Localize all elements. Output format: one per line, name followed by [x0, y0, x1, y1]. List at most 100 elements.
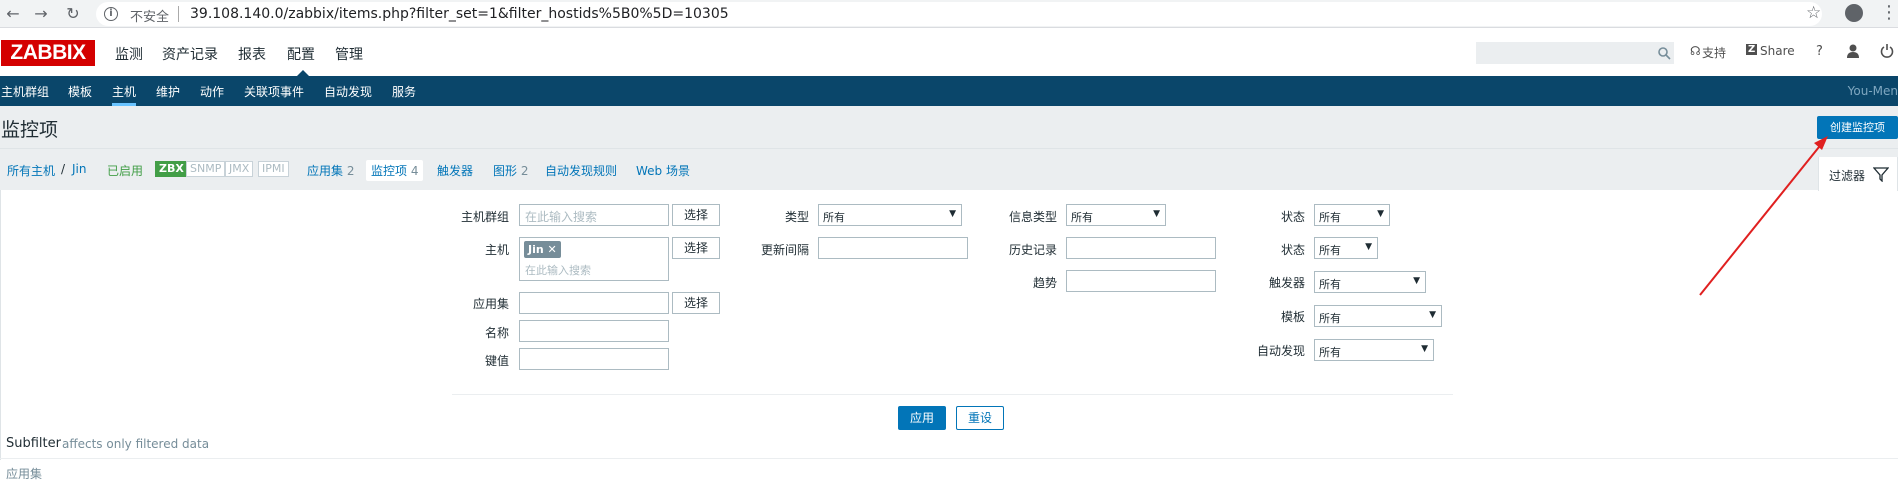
support-link[interactable]: 支持 — [1702, 44, 1726, 61]
zabbix-logo[interactable]: ZABBIX — [1, 40, 95, 66]
tab-graphs-label: 图形 — [493, 164, 518, 178]
state-select-value: 所有 — [1319, 211, 1341, 224]
triggers-label: 触发器 — [1268, 276, 1305, 290]
browser-menu-icon[interactable]: ⋮ — [1880, 2, 1898, 23]
status-label: 状态 — [1280, 243, 1305, 257]
submenu-services[interactable]: 服务 — [392, 83, 416, 100]
host-chip-label: Jin — [528, 243, 544, 256]
availability-snmp-badge: SNMP — [186, 161, 226, 177]
triggers-select[interactable]: 所有 ▼ — [1314, 271, 1426, 293]
key-label: 键值 — [484, 354, 509, 368]
tab-graphs[interactable]: 图形 2 — [493, 162, 528, 179]
history-input[interactable] — [1066, 237, 1216, 259]
tab-web-scenarios[interactable]: Web 场景 — [636, 162, 690, 179]
forward-icon[interactable]: → — [30, 3, 52, 25]
host-search-placeholder[interactable]: 在此输入搜索 — [525, 262, 591, 278]
account-icon[interactable] — [1845, 4, 1863, 22]
template-select[interactable]: 所有 ▼ — [1314, 305, 1442, 327]
subfilter-title: Subfilter — [6, 436, 61, 451]
menu-inventory[interactable]: 资产记录 — [162, 44, 218, 64]
discovery-label: 自动发现 — [1256, 344, 1305, 358]
info-type-select[interactable]: 所有 ▼ — [1066, 204, 1166, 226]
page-title: 监控项 — [1, 119, 59, 141]
status-select[interactable]: 所有 ▼ — [1314, 237, 1378, 259]
type-label: 类型 — [784, 210, 809, 224]
trends-label: 趋势 — [1032, 276, 1057, 290]
breadcrumb-all-hosts[interactable]: 所有主机 — [7, 162, 55, 179]
reset-button[interactable]: 重设 — [956, 406, 1004, 430]
submenu-actions[interactable]: 动作 — [200, 83, 224, 100]
submenu-host-groups[interactable]: 主机群组 — [1, 83, 49, 100]
help-icon[interactable]: ? — [1816, 44, 1823, 59]
tab-discovery-rules[interactable]: 自动发现规则 — [545, 162, 617, 179]
tab-items[interactable]: 监控项 4 — [366, 160, 424, 181]
template-select-value: 所有 — [1319, 312, 1341, 325]
address-bar[interactable]: i 不安全 39.108.140.0/zabbix/items.php?filt… — [96, 2, 1822, 26]
info-icon[interactable]: i — [104, 7, 118, 21]
key-input[interactable] — [519, 348, 669, 370]
back-icon[interactable]: ← — [2, 3, 24, 25]
host-multiselect[interactable]: Jin ✕ 在此输入搜索 — [519, 237, 669, 281]
search-icon[interactable] — [1657, 46, 1671, 60]
chevron-down-icon: ▼ — [1429, 310, 1436, 320]
create-item-button[interactable]: 创建监控项 — [1817, 116, 1898, 139]
breadcrumb-host[interactable]: Jin — [72, 162, 86, 176]
state-select[interactable]: 所有 ▼ — [1314, 204, 1390, 226]
insecure-label: 不安全 — [130, 10, 170, 25]
tab-triggers[interactable]: 触发器 — [437, 162, 473, 179]
host-select-button[interactable]: 选择 — [672, 237, 720, 259]
submenu-discovery[interactable]: 自动发现 — [324, 83, 372, 100]
host-group-input[interactable]: 在此输入搜索 — [519, 204, 669, 226]
availability-ipmi-badge: IPMI — [258, 161, 289, 177]
host-chip[interactable]: Jin ✕ — [524, 241, 561, 258]
menu-reports[interactable]: 报表 — [238, 44, 266, 64]
page-header: 监控项 创建监控项 — [0, 106, 1898, 148]
share-link[interactable]: Share — [1760, 44, 1795, 58]
menu-configuration[interactable]: 配置 — [287, 44, 315, 64]
host-status-enabled[interactable]: 已启用 — [107, 162, 143, 179]
info-type-select-value: 所有 — [1071, 211, 1093, 224]
subfilter-applications-row: 应用集 — [0, 458, 1898, 484]
type-select-value: 所有 — [823, 211, 845, 224]
availability-jmx-badge: JMX — [225, 161, 254, 177]
name-input[interactable] — [519, 320, 669, 342]
type-select[interactable]: 所有 ▼ — [818, 204, 962, 226]
url-text[interactable]: 39.108.140.0/zabbix/items.php?filter_set… — [190, 6, 729, 22]
trends-input[interactable] — [1066, 270, 1216, 292]
application-select-button[interactable]: 选择 — [672, 292, 720, 314]
user-profile-icon[interactable] — [1846, 44, 1860, 58]
chevron-down-icon: ▼ — [949, 209, 956, 219]
chevron-down-icon: ▼ — [1365, 242, 1372, 252]
breadcrumb: 所有主机 / Jin 已启用 ZBX SNMP JMX IPMI 应用集 2 监… — [0, 148, 1898, 191]
remove-chip-icon[interactable]: ✕ — [548, 243, 557, 256]
bookmark-star-icon[interactable]: ☆ — [1806, 3, 1821, 23]
filter-form: 主机群组 在此输入搜索 选择 主机 Jin ✕ 在此输入搜索 选择 应用集 选择… — [0, 190, 1898, 460]
info-type-label: 信息类型 — [1008, 210, 1057, 224]
subfilter-applications-label: 应用集 — [6, 467, 43, 481]
submenu-hosts[interactable]: 主机 — [112, 83, 137, 106]
tab-applications-label: 应用集 — [307, 164, 344, 178]
update-interval-input[interactable] — [818, 237, 968, 259]
global-search-input[interactable] — [1476, 42, 1674, 64]
submenu-correlation[interactable]: 关联项事件 — [244, 83, 304, 100]
share-logo-icon[interactable]: Z — [1746, 44, 1758, 55]
chevron-down-icon: ▼ — [1153, 209, 1160, 219]
application-input[interactable] — [519, 292, 669, 314]
menu-administration[interactable]: 管理 — [335, 44, 363, 64]
support-icon[interactable]: ☊ — [1690, 44, 1701, 58]
reload-icon[interactable]: ↻ — [62, 3, 84, 25]
submenu-maintenance[interactable]: 维护 — [156, 83, 180, 100]
tab-items-label: 监控项 — [371, 164, 408, 178]
host-group-label: 主机群组 — [460, 210, 509, 224]
sign-out-icon[interactable] — [1880, 43, 1894, 58]
chevron-down-icon: ▼ — [1421, 344, 1428, 354]
tab-applications[interactable]: 应用集 2 — [307, 162, 354, 179]
filter-tab[interactable]: 过滤器 — [1818, 157, 1898, 191]
template-label: 模板 — [1280, 310, 1305, 324]
submenu-templates[interactable]: 模板 — [68, 83, 92, 100]
host-group-select-button[interactable]: 选择 — [672, 204, 720, 226]
apply-button[interactable]: 应用 — [898, 406, 946, 430]
menu-monitoring[interactable]: 监测 — [115, 44, 143, 64]
filter-tab-label: 过滤器 — [1829, 169, 1866, 183]
discovery-select[interactable]: 所有 ▼ — [1314, 339, 1434, 361]
